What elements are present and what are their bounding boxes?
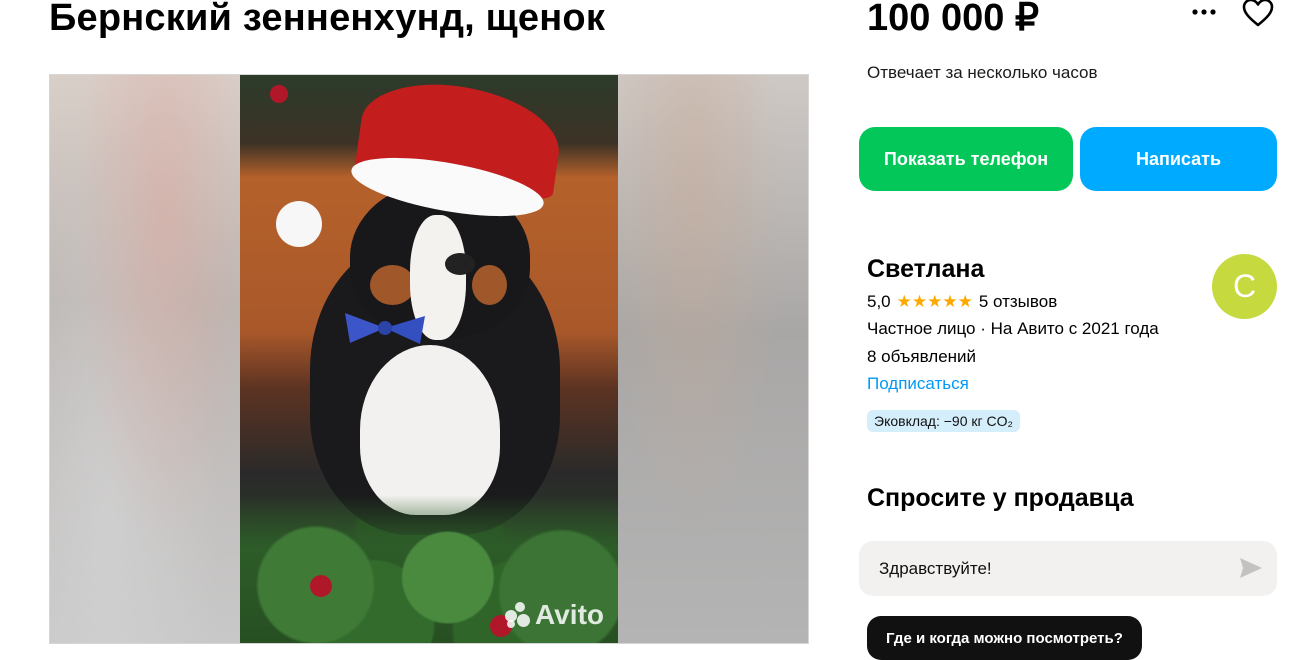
subscribe-link[interactable]: Подписаться [867, 374, 969, 394]
gallery-blur-right [616, 75, 808, 643]
ask-seller-title: Спросите у продавца [867, 484, 1134, 512]
rating-stars-icon: ★★★★★ [896, 292, 973, 311]
rating-value: 5,0 [867, 292, 891, 311]
seller-name[interactable]: Светлана [867, 255, 984, 284]
dog-tan-marking [472, 265, 507, 305]
ornament [310, 575, 332, 597]
dog-chest [360, 345, 500, 515]
watermark-text: Avito [535, 599, 604, 630]
price: 100 000 ₽ [867, 0, 1040, 39]
more-dots-icon[interactable] [1190, 0, 1220, 24]
dog-nose [445, 253, 475, 275]
avito-logo-icon [505, 602, 531, 628]
listing-title: Бернский зенненхунд, щенок [49, 0, 606, 39]
santa-hat-pompom [276, 201, 322, 247]
avito-watermark: Avito [505, 599, 604, 631]
show-phone-button[interactable]: Показать телефон [859, 127, 1073, 191]
write-message-button[interactable]: Написать [1080, 127, 1277, 191]
suggestion-chip[interactable]: Где и когда можно посмотреть? [867, 616, 1142, 660]
gallery-blur-left [50, 75, 240, 643]
response-time: Отвечает за несколько часов [867, 63, 1098, 82]
eco-badge[interactable]: Эковклад: −90 кг CO₂ [867, 410, 1020, 432]
send-icon[interactable] [1238, 556, 1264, 580]
seller-rating[interactable]: 5,0 ★★★★★ 5 отзывов [867, 292, 1057, 312]
blue-bow [345, 313, 425, 344]
photo-gallery[interactable]: Avito [49, 74, 809, 644]
seller-ads-count[interactable]: 8 объявлений [867, 347, 976, 367]
ornament [270, 85, 288, 103]
dog-tan-marking [370, 265, 415, 305]
seller-type: Частное лицо · На Авито с 2021 года [867, 319, 1159, 338]
heart-icon[interactable] [1242, 0, 1274, 28]
reviews-link[interactable]: 5 отзывов [979, 292, 1057, 312]
message-input[interactable]: Здравствуйте! [859, 541, 1277, 596]
avatar[interactable]: С [1212, 254, 1277, 319]
main-photo[interactable]: Avito [240, 75, 618, 643]
